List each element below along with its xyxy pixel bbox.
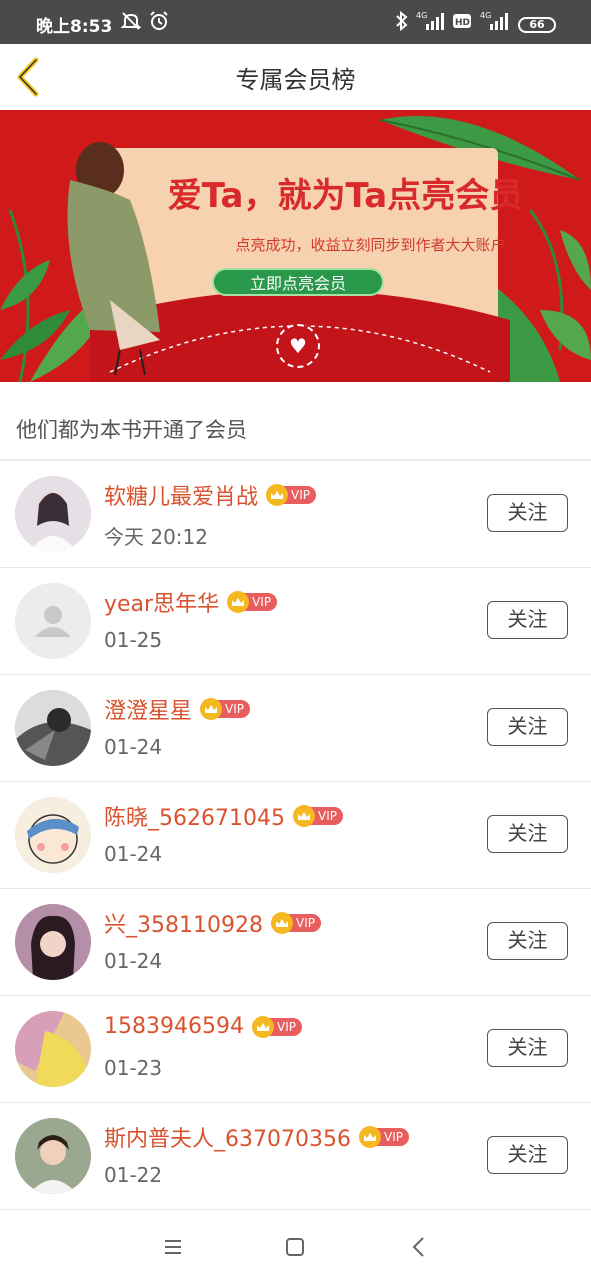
heart-seal-icon: ♥	[276, 324, 320, 368]
status-time: 晚上8:53	[36, 17, 113, 37]
signal-4g-icon: 4G	[480, 11, 508, 30]
member-date: 01-24	[104, 949, 163, 973]
member-name-row: 兴_358110928 VIP	[104, 907, 321, 939]
banner-subtitle: 点亮成功，收益立刻同步到作者大大账户	[235, 236, 506, 254]
member-date: 01-23	[104, 1056, 163, 1080]
mute-icon	[120, 12, 142, 30]
light-up-vip-button[interactable]: 立即点亮会员	[212, 268, 384, 296]
list-item[interactable]: 斯内普夫人_637070356 VIP 01-22 关注	[0, 1103, 591, 1210]
list-item[interactable]: 兴_358110928 VIP 01-24 关注	[0, 889, 591, 996]
follow-button[interactable]: 关注	[487, 922, 568, 960]
vip-badge: VIP	[358, 1126, 409, 1148]
list-item[interactable]: 澄澄星星 VIP 01-24 关注	[0, 675, 591, 782]
svg-text:HD: HD	[455, 18, 470, 28]
page-header: 专属会员榜	[0, 44, 591, 110]
member-date: 01-25	[104, 628, 163, 652]
follow-button[interactable]: 关注	[487, 1136, 568, 1174]
menu-icon[interactable]	[158, 1232, 188, 1262]
member-name-row: 陈晓_562671045 VIP	[104, 800, 343, 832]
page-title: 专属会员榜	[235, 66, 356, 94]
alarm-icon	[150, 11, 168, 30]
crown-icon	[266, 484, 289, 506]
member-name[interactable]: 斯内普夫人_637070356	[104, 1121, 351, 1153]
crown-icon	[200, 698, 223, 720]
follow-button[interactable]: 关注	[487, 601, 568, 639]
member-date: 01-22	[104, 1163, 163, 1187]
vip-badge: VIP	[200, 698, 250, 720]
avatar[interactable]	[15, 1118, 91, 1194]
avatar[interactable]	[15, 904, 91, 980]
bluetooth-icon	[396, 10, 408, 32]
list-item[interactable]: 1583946594 VIP 01-23 关注	[0, 996, 591, 1103]
hd-icon: HD	[453, 14, 471, 28]
list-item[interactable]: year思年华 VIP 01-25 关注	[0, 568, 591, 675]
vip-badge: VIP	[292, 805, 343, 827]
back-triangle-icon[interactable]	[404, 1232, 434, 1262]
member-list: 软糖儿最爱肖战 VIP 今天 20:12 关注 year思年华 VIP 01-2…	[0, 461, 591, 1210]
vip-badge: VIP	[251, 1015, 302, 1038]
battery-indicator: 66	[518, 17, 556, 33]
svg-text:4G: 4G	[416, 11, 427, 20]
list-item[interactable]: 软糖儿最爱肖战 VIP 今天 20:12 关注	[0, 461, 591, 568]
vip-badge: VIP	[227, 591, 278, 613]
avatar[interactable]	[15, 797, 91, 873]
list-item[interactable]: 陈晓_562671045 VIP 01-24 关注	[0, 782, 591, 889]
member-name[interactable]: 1583946594	[104, 1014, 244, 1039]
section-title: 他们都为本书开通了会员	[16, 418, 247, 442]
vip-promo-banner[interactable]: 爱Ta，就为Ta点亮会员 点亮成功，收益立刻同步到作者大大账户 立即点亮会员 ♥	[0, 110, 591, 382]
crown-icon	[227, 591, 250, 613]
member-name[interactable]: year思年华	[104, 586, 219, 618]
member-name[interactable]: 澄澄星星	[104, 693, 192, 725]
vip-badge: VIP	[270, 912, 321, 934]
member-name-row: year思年华 VIP	[104, 586, 278, 618]
crown-icon	[270, 912, 293, 934]
avatar[interactable]	[15, 1011, 91, 1087]
member-date: 01-24	[104, 842, 163, 866]
follow-button[interactable]: 关注	[487, 815, 568, 853]
avatar[interactable]	[15, 690, 91, 766]
crown-icon	[358, 1126, 381, 1148]
member-date: 今天 20:12	[104, 525, 208, 549]
follow-button[interactable]: 关注	[487, 1029, 568, 1067]
system-nav-bar	[0, 1210, 591, 1280]
member-name-row: 澄澄星星 VIP	[104, 693, 250, 725]
vip-badge: VIP	[266, 484, 316, 506]
member-name[interactable]: 兴_358110928	[104, 907, 263, 939]
member-name-row: 1583946594 VIP	[104, 1014, 302, 1039]
member-name-row: 斯内普夫人_637070356 VIP	[104, 1121, 409, 1153]
svg-text:4G: 4G	[480, 11, 491, 20]
member-name-row: 软糖儿最爱肖战 VIP	[104, 479, 316, 511]
banner-title: 爱Ta，就为Ta点亮会员	[167, 176, 524, 216]
home-square-icon[interactable]	[280, 1232, 310, 1262]
follow-button[interactable]: 关注	[487, 494, 568, 532]
member-name[interactable]: 陈晓_562671045	[104, 800, 285, 832]
status-bar: 晚上8:53 4G HD 4G 66	[0, 0, 591, 44]
member-name[interactable]: 软糖儿最爱肖战	[104, 479, 258, 511]
avatar[interactable]	[15, 583, 91, 659]
member-date: 01-24	[104, 735, 163, 759]
signal-4g-icon: 4G	[416, 11, 444, 30]
follow-button[interactable]: 关注	[487, 708, 568, 746]
crown-icon	[251, 1015, 274, 1038]
crown-icon	[292, 805, 315, 827]
avatar[interactable]	[15, 476, 91, 552]
